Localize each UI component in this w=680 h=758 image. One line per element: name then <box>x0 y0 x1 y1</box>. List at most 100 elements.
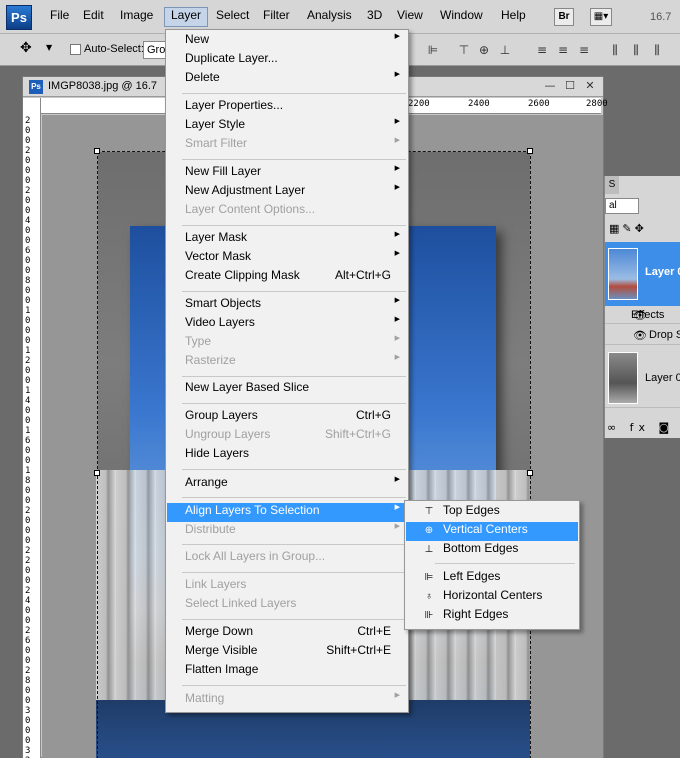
menu-separator <box>182 225 406 226</box>
align-horizontal-centers-icon: ♁ <box>425 591 433 602</box>
ruler-label: 2400 <box>468 99 490 109</box>
menu-item-smart-filter[interactable]: Smart Filter ▶ <box>167 136 407 155</box>
lock-icons[interactable]: ▦✎✥ <box>609 222 647 235</box>
minimize-icon[interactable]: — <box>543 79 557 93</box>
ruler-labels: 2 0 0 2 0 0 0 2 0 0 4 0 0 6 0 0 8 0 0 1 … <box>25 116 31 758</box>
transform-handle[interactable] <box>94 148 100 154</box>
ruler-label: 2600 <box>528 99 550 109</box>
menu-item-matting[interactable]: Matting ▶ <box>167 691 407 710</box>
menu-3d[interactable]: 3D <box>361 8 388 28</box>
menu-item-layer-mask[interactable]: Layer Mask ▶ <box>167 230 407 249</box>
align-left-icon[interactable]: ⊫ <box>425 43 441 57</box>
photoshop-doc-icon: Ps <box>29 80 43 94</box>
menu-separator <box>182 544 406 545</box>
distribute-left-icon[interactable]: ⫼ <box>607 43 623 57</box>
transform-handle[interactable] <box>527 148 533 154</box>
menu-item-group-layers[interactable]: Group Layers Ctrl+G <box>167 408 407 427</box>
menu-filter[interactable]: Filter <box>257 8 296 28</box>
menu-image[interactable]: Image <box>114 8 159 28</box>
layer-row[interactable]: Layer 0 <box>605 346 680 408</box>
distribute-center-icon[interactable]: ⫼ <box>628 43 644 57</box>
menu-separator <box>182 93 406 94</box>
distribute-middle-icon[interactable]: ≡ <box>555 43 571 57</box>
menu-view[interactable]: View <box>391 8 429 28</box>
menu-separator <box>182 376 406 377</box>
align-right-edges-icon: ⊪ <box>424 610 434 621</box>
menu-file[interactable]: File <box>44 8 75 28</box>
menu-item-lock-all-layers[interactable]: Lock All Layers in Group... <box>167 549 407 568</box>
move-tool-icon[interactable]: ✥ <box>20 40 32 56</box>
effects-row[interactable]: 👁 Effects <box>605 306 680 324</box>
blend-mode-select[interactable]: al <box>605 198 639 214</box>
menu-help[interactable]: Help <box>495 8 532 28</box>
effects-label: Effects <box>631 309 665 321</box>
auto-select-checkbox[interactable] <box>70 44 81 55</box>
eye-icon[interactable]: 👁 <box>633 329 647 342</box>
menu-separator <box>182 497 406 498</box>
maximize-icon[interactable]: ☐ <box>563 79 577 93</box>
menu-item-new[interactable]: New ▶ <box>167 32 407 51</box>
layer-thumbnail <box>608 352 638 404</box>
menu-item-arrange[interactable]: Arrange ▶ <box>167 475 407 494</box>
layer-thumbnail <box>608 248 638 300</box>
menu-item-layer-properties[interactable]: Layer Properties... <box>167 98 407 117</box>
layer-row-selected[interactable]: Layer 0 <box>605 242 680 306</box>
menu-item-merge-down[interactable]: Merge Down Ctrl+E <box>167 624 407 643</box>
menu-item-type[interactable]: Type ▶ <box>167 334 407 353</box>
menu-window[interactable]: Window <box>434 8 489 28</box>
menu-item-delete[interactable]: Delete ▶ <box>167 70 407 89</box>
align-top-icon[interactable]: ⊤ <box>456 43 472 57</box>
menu-item-flatten-image[interactable]: Flatten Image <box>167 662 407 681</box>
align-bottom-icon[interactable]: ⊥ <box>497 43 513 57</box>
menu-item-new-adjustment-layer[interactable]: New Adjustment Layer ▶ <box>167 183 407 202</box>
menu-item-link-layers[interactable]: Link Layers <box>167 577 407 596</box>
zoom-level[interactable]: 16.7 <box>650 11 671 23</box>
bridge-button[interactable]: Br <box>554 8 574 26</box>
menu-analysis[interactable]: Analysis <box>301 8 358 28</box>
menu-select[interactable]: Select <box>210 8 255 28</box>
menu-item-hide-layers[interactable]: Hide Layers <box>167 446 407 465</box>
menu-item-merge-visible[interactable]: Merge Visible Shift+Ctrl+E <box>167 643 407 662</box>
submenu-item-top-edges[interactable]: ⊤ Top Edges <box>406 503 578 522</box>
menu-item-select-linked-layers[interactable]: Select Linked Layers <box>167 596 407 615</box>
submenu-item-right-edges[interactable]: ⊪ Right Edges <box>406 607 578 626</box>
submenu-item-vertical-centers[interactable]: ⊕ Vertical Centers <box>406 522 578 541</box>
distribute-bottom-icon[interactable]: ≡ <box>576 43 592 57</box>
panel-footer-icons[interactable]: ∞ fx ◙ <box>605 418 680 438</box>
menu-item-ungroup-layers[interactable]: Ungroup Layers Shift+Ctrl+G <box>167 427 407 446</box>
menu-item-layer-style[interactable]: Layer Style ▶ <box>167 117 407 136</box>
menu-item-duplicate-layer[interactable]: Duplicate Layer... <box>167 51 407 70</box>
menu-item-new-layer-based-slice[interactable]: New Layer Based Slice <box>167 380 407 399</box>
menu-item-distribute[interactable]: Distribute ▶ <box>167 522 407 541</box>
submenu-item-horizontal-centers[interactable]: ♁ Horizontal Centers <box>406 588 578 607</box>
menu-item-smart-objects[interactable]: Smart Objects ▶ <box>167 296 407 315</box>
submenu-item-bottom-edges[interactable]: ⊥ Bottom Edges <box>406 541 578 560</box>
vertical-ruler[interactable]: 2 0 0 2 0 0 0 2 0 0 4 0 0 6 0 0 8 0 0 1 … <box>23 98 41 758</box>
document-title: IMGP8038.jpg @ 16.7 <box>48 80 158 92</box>
chevron-down-icon[interactable]: ▼ <box>46 43 52 52</box>
screen-mode-button[interactable]: ▦▾ <box>590 8 612 26</box>
transform-handle[interactable] <box>94 470 100 476</box>
panel-tab[interactable]: S <box>605 176 619 194</box>
align-middle-icon[interactable]: ⊕ <box>476 43 492 57</box>
submenu-item-left-edges[interactable]: ⊫ Left Edges <box>406 569 578 588</box>
drop-shadow-row[interactable]: 👁 Drop S <box>605 325 680 345</box>
drop-shadow-label: Drop S <box>649 329 680 341</box>
menu-item-rasterize[interactable]: Rasterize ▶ <box>167 353 407 372</box>
menu-item-create-clipping-mask[interactable]: Create Clipping Mask Alt+Ctrl+G <box>167 268 407 287</box>
align-top-edges-icon: ⊤ <box>424 506 434 517</box>
close-icon[interactable]: ✕ <box>583 79 597 93</box>
menu-item-new-fill-layer[interactable]: New Fill Layer ▶ <box>167 164 407 183</box>
transform-handle[interactable] <box>527 470 533 476</box>
menu-edit[interactable]: Edit <box>77 8 110 28</box>
menu-item-vector-mask[interactable]: Vector Mask ▶ <box>167 249 407 268</box>
menu-item-align-layers-to-selection[interactable]: Align Layers To Selection ▶ <box>167 503 407 522</box>
layer-menu-dropdown: New ▶ Duplicate Layer... Delete ▶ Layer Pr… <box>165 29 409 713</box>
distribute-top-icon[interactable]: ≡ <box>534 43 550 57</box>
menu-item-layer-content-options[interactable]: Layer Content Options... <box>167 202 407 221</box>
auto-select-label: Auto-Select: <box>84 43 144 55</box>
menu-layer[interactable]: Layer <box>164 7 209 27</box>
align-left-edges-icon: ⊫ <box>424 572 434 583</box>
distribute-right-icon[interactable]: ⫼ <box>649 43 665 57</box>
menu-item-video-layers[interactable]: Video Layers ▶ <box>167 315 407 334</box>
